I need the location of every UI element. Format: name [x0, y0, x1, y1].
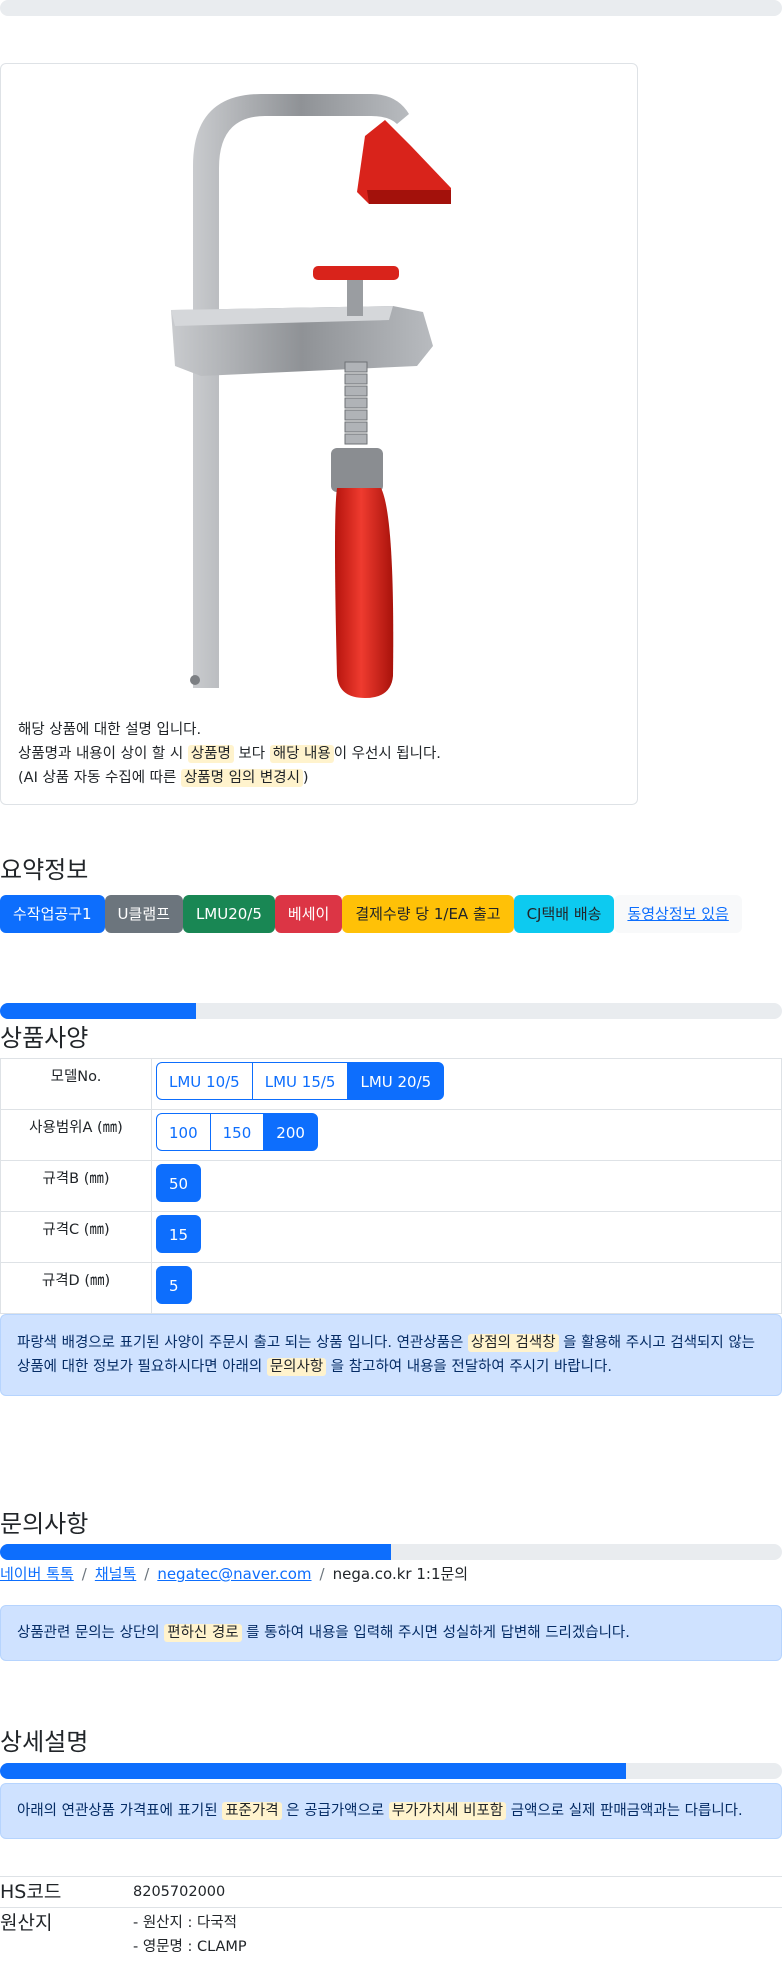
spec-progress [0, 1003, 782, 1019]
spec-row-range-a: 사용범위A (㎜) 100 150 200 [0, 1109, 782, 1161]
option-lmu-15-5[interactable]: LMU 15/5 [251, 1062, 349, 1100]
highlight-name-change: 상품명 임의 변경시 [180, 769, 303, 787]
origin-english-name: - 영문명 : CLAMP [133, 1939, 247, 1955]
breadcrumb-separator: / [319, 1565, 325, 1583]
origin-value: - 원산지 : 다국적 - 영문명 : CLAMP [133, 1907, 782, 1959]
description-text: 보다 [233, 746, 270, 762]
product-info-table: HS코드 8205702000 원산지 - 원산지 : 다국적 - 영문명 : … [0, 1876, 782, 1959]
hs-code-value: 8205702000 [133, 1876, 782, 1908]
breadcrumb-separator: / [144, 1565, 150, 1583]
hs-code-label: HS코드 [0, 1876, 133, 1908]
detail-progress [0, 1763, 782, 1779]
highlight-route: 편하신 경로 [164, 1624, 242, 1642]
top-placeholder-bar [0, 0, 782, 16]
badge-video-link[interactable]: 동영상정보 있음 [614, 895, 742, 933]
inquiry-progress-fill [0, 1544, 391, 1560]
badge-quantity[interactable]: 결제수량 당 1/EA 출고 [342, 895, 514, 933]
highlight-content: 해당 내용 [269, 745, 334, 763]
origin-label: 원산지 [0, 1907, 133, 1959]
option-50[interactable]: 50 [156, 1164, 202, 1202]
badge-model[interactable]: LMU20/5 [182, 895, 275, 933]
description-text: 상품명과 내용이 상이 할 시 [18, 746, 188, 762]
email-link[interactable]: negatec@naver.com [157, 1565, 311, 1583]
spec-options: LMU 10/5 LMU 15/5 LMU 20/5 [151, 1058, 782, 1110]
breadcrumb-separator: / [81, 1565, 87, 1583]
naver-talk-link[interactable]: 네이버 톡톡 [0, 1565, 74, 1583]
spec-label: 규격D (㎜) [0, 1262, 152, 1314]
spec-label: 규격B (㎜) [0, 1160, 152, 1212]
highlight-vat: 부가가치세 비포함 [388, 1802, 507, 1820]
notice-text: 를 통하여 내용을 입력해 주시면 성실하게 답변해 드리겠습니다. [241, 1625, 630, 1641]
summary-badges: 수작업공구1 U클램프 LMU20/5 베세이 결제수량 당 1/EA 출고 C… [0, 895, 742, 933]
spec-row-model: 모델No. LMU 10/5 LMU 15/5 LMU 20/5 [0, 1058, 782, 1110]
inquiry-breadcrumb: 네이버 톡톡 / 채널톡 / negatec@naver.com / nega.co.kr … [0, 1563, 468, 1584]
description-text: 이 우선시 됩니다. [333, 746, 441, 762]
notice-text: 상품관련 문의는 상단의 [17, 1625, 165, 1641]
badge-shipping[interactable]: CJ택배 배송 [513, 895, 615, 933]
option-5[interactable]: 5 [156, 1266, 192, 1304]
spec-progress-fill [0, 1003, 196, 1019]
highlight-inquiry: 문의사항 [266, 1358, 327, 1376]
spec-heading: 상품사양 [0, 1024, 89, 1052]
description-line-2: 상품명과 내용이 상이 할 시 상품명 보다 해당 내용 이 우선시 됩니다. [18, 742, 441, 766]
notice-text: 금액으로 실제 판매금액과는 다릅니다. [506, 1803, 743, 1819]
spec-notice: 파랑색 배경으로 표기된 사양이 주문시 출고 되는 상품 입니다. 연관상품은… [0, 1314, 782, 1396]
notice-text: 을 참고하여 내용을 전달하여 주시기 바랍니다. [326, 1359, 612, 1375]
spec-label: 모델No. [0, 1058, 152, 1110]
inquiry-heading: 문의사항 [0, 1510, 89, 1538]
highlight-product-name: 상품명 [187, 745, 234, 763]
product-description: 해당 상품에 대한 설명 입니다. 상품명과 내용이 상이 할 시 상품명 보다… [18, 718, 441, 790]
origin-row: 원산지 - 원산지 : 다국적 - 영문명 : CLAMP [0, 1907, 782, 1959]
option-100[interactable]: 100 [156, 1113, 211, 1151]
notice-text: 파랑색 배경으로 표기된 사양이 주문시 출고 되는 상품 입니다. 연관상품은 [17, 1335, 468, 1351]
detail-progress-fill [0, 1763, 626, 1779]
spec-options: 15 [151, 1211, 782, 1263]
option-150[interactable]: 150 [209, 1113, 265, 1151]
inquiry-notice: 상품관련 문의는 상단의 편하신 경로 를 통하여 내용을 입력해 주시면 성실… [0, 1605, 782, 1661]
badge-type[interactable]: U클램프 [104, 895, 183, 933]
highlight-standard-price: 표준가격 [222, 1802, 282, 1820]
product-card: 해당 상품에 대한 설명 입니다. 상품명과 내용이 상이 할 시 상품명 보다… [0, 63, 638, 805]
option-15[interactable]: 15 [156, 1215, 202, 1253]
notice-text: 아래의 연관상품 가격표에 표기된 [17, 1803, 223, 1819]
breadcrumb-current: nega.co.kr 1:1문의 [332, 1565, 469, 1583]
option-lmu-20-5[interactable]: LMU 20/5 [347, 1062, 445, 1100]
badge-brand[interactable]: 베세이 [274, 895, 343, 933]
hs-code-row: HS코드 8205702000 [0, 1876, 782, 1908]
notice-text: 은 공급가액으로 [281, 1803, 389, 1819]
description-line-1: 해당 상품에 대한 설명 입니다. [18, 722, 202, 738]
spec-options: 5 [151, 1262, 782, 1314]
spec-options: 50 [151, 1160, 782, 1212]
detail-notice: 아래의 연관상품 가격표에 표기된 표준가격 은 공급가액으로 부가가치세 비포… [0, 1783, 782, 1839]
highlight-search: 상점의 검색창 [467, 1334, 559, 1352]
spec-row-size-b: 규격B (㎜) 50 [0, 1160, 782, 1212]
origin-country: - 원산지 : 다국적 [133, 1915, 237, 1931]
description-line-3: (AI 상품 자동 수집에 따른 상품명 임의 변경시) [18, 766, 441, 790]
spec-label: 규격C (㎜) [0, 1211, 152, 1263]
spec-label: 사용범위A (㎜) [0, 1109, 152, 1161]
spec-row-size-c: 규격C (㎜) 15 [0, 1211, 782, 1263]
summary-heading: 요약정보 [0, 856, 89, 884]
spec-options: 100 150 200 [151, 1109, 782, 1161]
inquiry-progress [0, 1544, 782, 1560]
badge-category[interactable]: 수작업공구1 [0, 895, 105, 933]
option-lmu-10-5[interactable]: LMU 10/5 [156, 1062, 253, 1100]
description-text: ) [302, 770, 309, 786]
clamp-product-image [171, 94, 451, 698]
spec-row-size-d: 규격D (㎜) 5 [0, 1262, 782, 1314]
description-text: (AI 상품 자동 수집에 따른 [18, 770, 181, 786]
option-200[interactable]: 200 [263, 1113, 318, 1151]
spec-table: 모델No. LMU 10/5 LMU 15/5 LMU 20/5 사용범위A (㎜)… [0, 1058, 782, 1314]
detail-heading: 상세설명 [0, 1728, 89, 1756]
channel-talk-link[interactable]: 채널톡 [95, 1565, 136, 1583]
